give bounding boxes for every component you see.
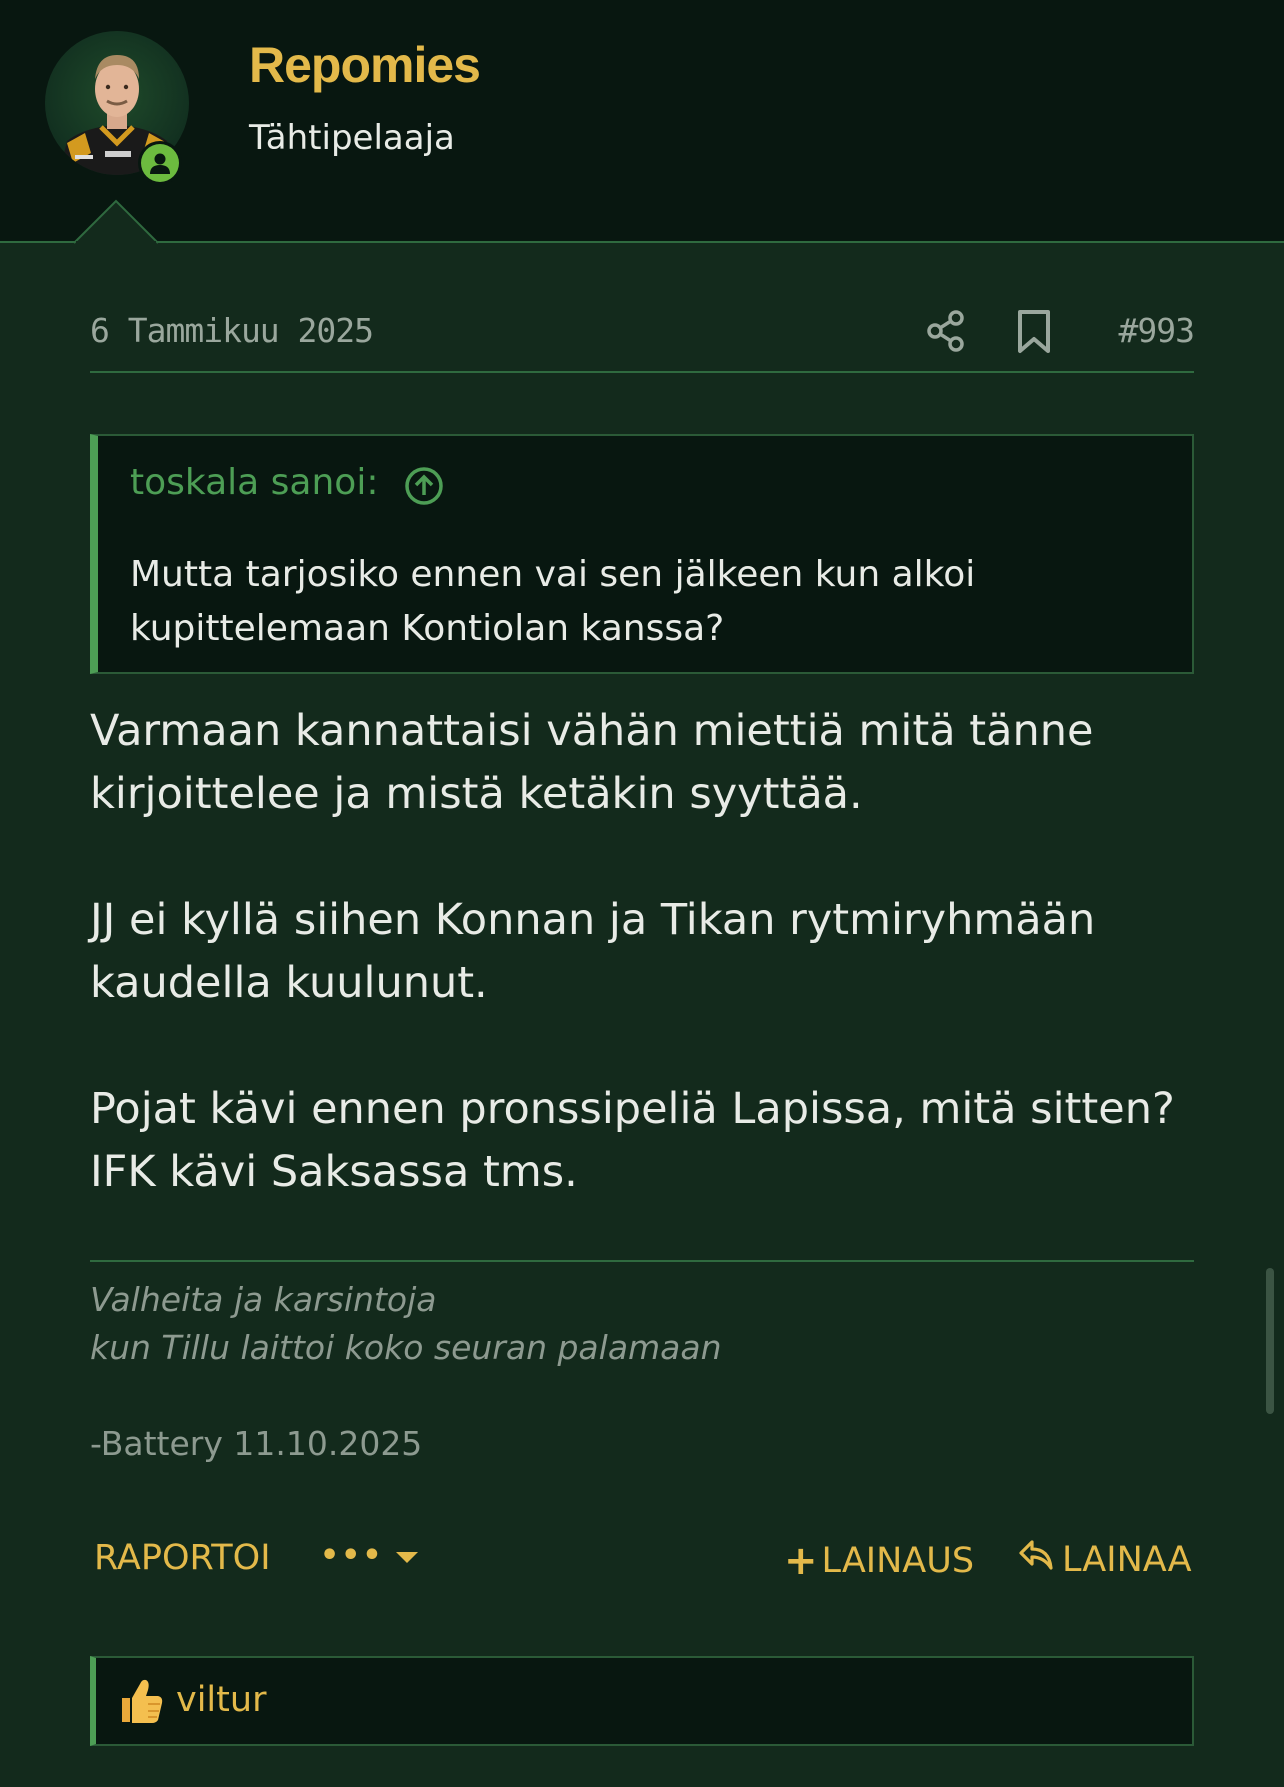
plus-icon: + <box>784 1538 818 1584</box>
post-paragraph: Varmaan kannattaisi vähän miettiä mitä t… <box>90 706 1094 819</box>
quote-text: Mutta tarjosiko ennen vai sen jälkeen ku… <box>130 554 976 649</box>
bookmark-icon[interactable] <box>1014 309 1054 355</box>
more-dots-icon: ••• <box>320 1538 384 1573</box>
user-title: Tähtipelaaja <box>249 118 455 158</box>
post-number-link[interactable]: #993 <box>1119 311 1195 350</box>
thumbs-up-icon[interactable] <box>118 1676 164 1726</box>
post-date-link[interactable]: 6 Tammikuu 2025 <box>90 311 374 350</box>
post-meta-bar: 6 Tammikuu 2025 #993 <box>90 303 1195 373</box>
signature-line: Valheita ja karsintoja <box>90 1280 437 1319</box>
online-user-icon <box>141 144 179 182</box>
report-label: RAPORTOI <box>94 1538 271 1578</box>
multiquote-button[interactable]: + LAINAUS <box>784 1538 974 1584</box>
post-paragraph: JJ ei kyllä siihen Konnan ja Tikan rytmi… <box>90 895 1096 1008</box>
post-user-header: Repomies Tähtipelaaja <box>0 0 1284 247</box>
quote-author-link[interactable]: toskala sanoi: <box>130 462 378 503</box>
username-link[interactable]: Repomies <box>249 36 481 94</box>
online-status-badge <box>138 141 182 185</box>
quote-block: toskala sanoi: Mutta tarjosiko ennen vai… <box>90 434 1194 674</box>
reactions-bar: viltur <box>90 1656 1194 1746</box>
caret-down-icon <box>395 1552 418 1563</box>
reply-arrow-icon <box>1018 1538 1062 1581</box>
arrow-up-circle-icon[interactable] <box>404 466 444 506</box>
reply-button[interactable]: LAINAA <box>1018 1538 1192 1581</box>
scrollbar-thumb[interactable] <box>1266 1268 1274 1414</box>
post-body: Varmaan kannattaisi vähän miettiä mitä t… <box>90 700 1200 1267</box>
report-button[interactable]: RAPORTOI <box>94 1538 271 1578</box>
post-actions-bar: RAPORTOI ••• + LAINAUS LAINAA <box>90 1530 1194 1590</box>
more-options-button[interactable]: ••• <box>320 1538 418 1573</box>
user-signature: Valheita ja karsintoja kun Tillu laittoi… <box>90 1260 1194 1468</box>
reaction-user-link[interactable]: viltur <box>176 1680 266 1720</box>
multiquote-label: LAINAUS <box>821 1541 975 1581</box>
post-paragraph: Pojat kävi ennen pronssipeliä Lapissa, m… <box>90 1084 1175 1197</box>
signature-line: kun Tillu laittoi koko seuran palamaan <box>90 1328 722 1367</box>
signature-credit: -Battery 11.10.2025 <box>90 1424 423 1463</box>
share-icon[interactable] <box>924 309 968 353</box>
reply-label: LAINAA <box>1062 1539 1192 1580</box>
